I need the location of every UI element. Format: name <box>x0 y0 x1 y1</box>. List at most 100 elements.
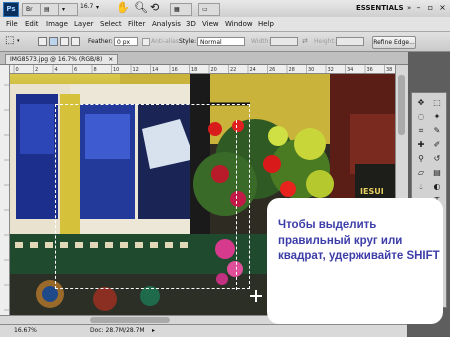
status-doc-size: Doc: 28.7M/28.7M <box>90 327 145 334</box>
marquee-selection <box>55 104 250 289</box>
vertical-scroll-thumb[interactable] <box>398 75 405 135</box>
anti-alias-checkbox[interactable] <box>142 38 150 46</box>
zoom-icon[interactable]: 🔍︎ <box>134 1 148 14</box>
rotate-view-icon[interactable]: ⟲ <box>150 1 159 14</box>
ruler-tick-label: 32 <box>328 67 334 73</box>
menu-select[interactable]: Select <box>100 20 122 28</box>
menu-filter[interactable]: Filter <box>128 20 145 28</box>
history-brush-tool-icon[interactable]: ↺ <box>430 153 444 165</box>
crosshair-cursor-icon <box>250 290 262 302</box>
shop-sign-text: IESUI <box>360 187 384 196</box>
marquee-tool-icon[interactable]: ⬚ <box>430 97 444 109</box>
horizontal-scroll-thumb[interactable] <box>90 317 170 323</box>
style-label: Style: <box>179 38 197 45</box>
mini-bridge-button[interactable]: ▤ <box>40 3 60 16</box>
ruler-tick-label: 28 <box>289 67 295 73</box>
ruler-tick-label: 4 <box>55 67 58 73</box>
healing-brush-tool-icon[interactable]: ✚ <box>414 139 428 151</box>
move-tool-icon[interactable]: ✥ <box>414 97 428 109</box>
instruction-callout: Чтобы выделить правильный круг или квадр… <box>267 198 443 324</box>
vertical-ruler-ticks <box>4 84 9 311</box>
magic-wand-tool-icon[interactable]: ✦ <box>430 111 444 123</box>
lasso-tool-icon[interactable]: ◌ <box>414 111 428 123</box>
menu-analysis[interactable]: Analysis <box>152 20 181 28</box>
ruler-tick-label: 14 <box>152 67 158 73</box>
dodge-tool-icon[interactable]: ◐ <box>430 181 444 193</box>
ruler-tick-label: 6 <box>74 67 77 73</box>
options-bar: ⬚ ▾ Feather: 0 px Anti-alias Style: Norm… <box>0 32 450 52</box>
anti-alias-label: Anti-alias <box>151 38 179 45</box>
menu-view[interactable]: View <box>202 20 219 28</box>
vertical-ruler <box>0 65 10 315</box>
status-zoom[interactable]: 16.67% <box>14 327 37 334</box>
ruler-tick-label: 36 <box>367 67 373 73</box>
menu-help[interactable]: Help <box>258 20 274 28</box>
photoshop-logo: Ps <box>3 2 19 17</box>
intersect-selection-icon[interactable] <box>71 37 80 46</box>
subtract-from-selection-icon[interactable] <box>60 37 69 46</box>
feather-field[interactable]: 0 px <box>114 37 138 46</box>
width-label: Width: <box>251 38 271 45</box>
restore-icon[interactable]: ▫ <box>425 3 436 13</box>
ruler-tick-label: 2 <box>35 67 38 73</box>
ruler-tick-label: 16 <box>172 67 178 73</box>
refine-edge-button[interactable]: Refine Edge... <box>372 36 416 49</box>
ruler-tick-label: 30 <box>308 67 314 73</box>
clone-stamp-tool-icon[interactable]: ⚲ <box>414 153 428 165</box>
ruler-tick-label: 24 <box>250 67 256 73</box>
horizontal-ruler-ticks: 0 2 4 6 8 10 12 14 16 18 20 22 24 26 28 30 32 34 36 38 <box>13 65 392 73</box>
style-select[interactable]: Normal <box>197 37 245 46</box>
eraser-tool-icon[interactable]: ▱ <box>414 167 428 179</box>
ruler-tick-label: 8 <box>94 67 97 73</box>
menu-image[interactable]: Image <box>46 20 68 28</box>
document-tab-bar: IMG8573.jpg @ 16.7% (RGB/8) × <box>0 52 410 65</box>
ruler-tick-label: 12 <box>133 67 139 73</box>
gradient-tool-icon[interactable]: ▤ <box>430 167 444 179</box>
workspace-switcher[interactable]: ESSENTIALS <box>356 4 404 12</box>
ruler-tick-label: 10 <box>113 67 119 73</box>
document-tab[interactable]: IMG8573.jpg @ 16.7% (RGB/8) × <box>5 54 119 64</box>
status-menu-arrow-icon[interactable]: ▸ <box>152 327 155 334</box>
eyedropper-tool-icon[interactable]: ✎ <box>430 125 444 137</box>
menu-bar: File Edit Image Layer Select Filter Anal… <box>0 17 450 32</box>
menu-layer[interactable]: Layer <box>74 20 94 28</box>
ruler-tick-label: 22 <box>230 67 236 73</box>
ruler-tick-label: 34 <box>347 67 353 73</box>
hand-icon[interactable]: ✋ <box>116 1 130 14</box>
ruler-tick-label: 0 <box>16 67 19 73</box>
close-document-icon[interactable]: × <box>108 56 113 63</box>
bridge-button[interactable]: Br <box>22 3 42 16</box>
zoom-dropdown-arrow-icon[interactable]: ▾ <box>96 4 99 11</box>
grid-icon[interactable]: ▦ <box>170 3 192 16</box>
new-selection-icon[interactable] <box>38 37 47 46</box>
workspace-arrow-icon[interactable]: » <box>407 4 411 12</box>
zoom-level[interactable]: 16.7 <box>80 3 93 10</box>
menu-3d[interactable]: 3D <box>186 20 196 28</box>
ruler-tick-label: 26 <box>269 67 275 73</box>
feather-label: Feather: <box>88 38 113 45</box>
menu-edit[interactable]: Edit <box>25 20 39 28</box>
ruler-tick-label: 18 <box>191 67 197 73</box>
horizontal-ruler: 0 2 4 6 8 10 12 14 16 18 20 22 24 26 28 30 32 34 36 38 <box>10 65 395 74</box>
rectangular-marquee-tool-icon[interactable]: ⬚ <box>5 35 14 46</box>
crop-tool-icon[interactable]: ⌗ <box>414 125 428 137</box>
status-bar: 16.67% Doc: 28.7M/28.7M ▸ <box>0 324 407 337</box>
menu-file[interactable]: File <box>6 20 18 28</box>
height-field[interactable] <box>336 37 364 46</box>
height-label: Height: <box>314 38 336 45</box>
extras-button[interactable]: ▾ <box>58 3 78 16</box>
brush-tool-icon[interactable]: ✐ <box>430 139 444 151</box>
blur-tool-icon[interactable]: 💧︎ <box>414 181 428 193</box>
width-field[interactable] <box>270 37 298 46</box>
ruler-tick-label: 20 <box>211 67 217 73</box>
add-to-selection-icon[interactable] <box>49 37 58 46</box>
menu-window[interactable]: Window <box>225 20 253 28</box>
minimize-icon[interactable]: – <box>413 3 424 13</box>
screen-mode-icon[interactable]: ▭ <box>198 3 220 16</box>
close-icon[interactable]: × <box>437 3 448 13</box>
application-bar: Ps Br ▤ ▾ 16.7 ▾ ✋ 🔍︎ ⟲ ▦ ▭ ESSENTIALS »… <box>0 0 450 18</box>
tool-preset-arrow-icon[interactable]: ▾ <box>17 38 20 44</box>
ruler-tick-label: 38 <box>386 67 392 73</box>
document-title: IMG8573.jpg @ 16.7% (RGB/8) <box>10 56 103 63</box>
swap-dimensions-icon[interactable]: ⇄ <box>302 37 308 45</box>
